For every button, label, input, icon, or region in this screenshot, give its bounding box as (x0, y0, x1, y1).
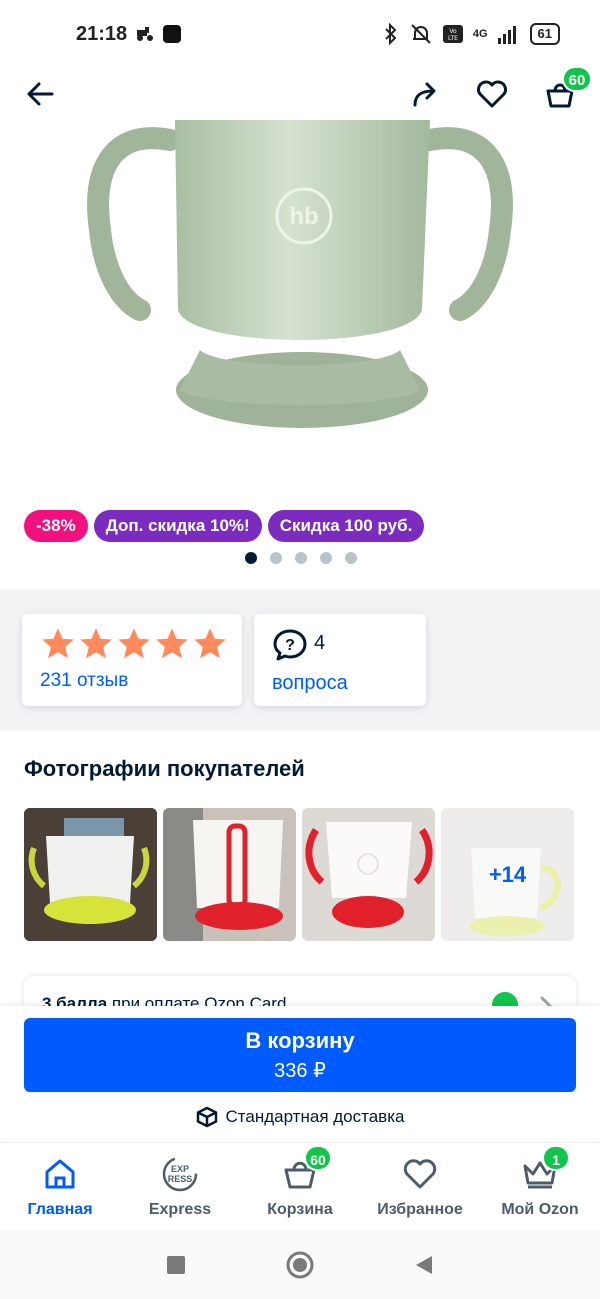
network-type: 4G (472, 28, 488, 40)
rating-card[interactable]: 231 отзыв (22, 614, 242, 706)
delivery-label: Стандартная доставка (225, 1107, 405, 1126)
box-icon (196, 1106, 217, 1128)
nav-item-express[interactable]: EXP RESS Express (120, 1143, 240, 1230)
svg-text:EXP: EXP (171, 1164, 189, 1174)
customer-photo[interactable] (163, 808, 296, 941)
star-icon (80, 628, 112, 659)
battery-icon: 61 (529, 23, 560, 45)
nav-item-cart[interactable]: 60 Корзина (240, 1143, 360, 1230)
star-icon (118, 628, 150, 659)
sippy-cup-image: hb (87, 120, 513, 428)
status-right: Vo LTE 4G 61 (383, 23, 560, 45)
cup-photo-image (24, 808, 157, 941)
home-icon (41, 1155, 79, 1193)
questions-link[interactable]: вопроса (272, 672, 348, 695)
heart-icon (401, 1155, 439, 1193)
arrow-left-icon (27, 82, 54, 106)
nav-item-favorites[interactable]: Избранное (360, 1143, 480, 1230)
nav-item-home[interactable]: Главная (0, 1143, 120, 1230)
customer-photo[interactable] (302, 808, 435, 941)
gallery-dot[interactable] (245, 552, 257, 564)
star-icon (156, 628, 188, 659)
cup-photo-image (163, 808, 296, 941)
svg-text:LTE: LTE (448, 35, 458, 42)
profile-badge: 1 (542, 1145, 570, 1171)
cup-photo-image (302, 808, 435, 941)
back-button[interactable] (20, 74, 60, 114)
status-bar: 21:18 Vo LTE 4G 61 (0, 0, 600, 68)
promo-badges: -38% Доп. скидка 10%! Скидка 100 руб. (24, 510, 425, 542)
buy-panel: В корзину 336 ₽ Стандартная доставка (0, 1006, 600, 1140)
svg-text:Vo: Vo (449, 28, 457, 35)
rating-section: 231 отзыв ? 4 вопроса (0, 590, 600, 730)
questions-card[interactable]: ? 4 вопроса (254, 614, 426, 706)
star-icon (42, 628, 74, 659)
gallery-dot[interactable] (270, 552, 282, 564)
questions-count: 4 (314, 632, 326, 654)
recents-icon[interactable] (166, 1255, 186, 1275)
svg-text:RESS: RESS (168, 1174, 193, 1184)
bluetooth-icon (385, 23, 397, 45)
price: 336 ₽ (274, 1060, 326, 1082)
customer-photos: +14 (24, 808, 574, 941)
add-to-cart-button[interactable]: В корзину 336 ₽ (24, 1018, 576, 1092)
gallery-dot[interactable] (295, 552, 307, 564)
nav-label-home: Главная (27, 1201, 93, 1218)
status-left: 21:18 (76, 22, 182, 46)
mute-icon (411, 24, 431, 44)
system-nav (0, 1230, 600, 1299)
rating-stars (40, 626, 228, 662)
svg-text:hb: hb (289, 203, 318, 230)
svg-text:?: ? (285, 637, 295, 654)
cart-count-badge: 60 (562, 66, 592, 92)
customer-photo[interactable] (24, 808, 157, 941)
status-time: 21:18 (76, 22, 128, 45)
notification-icon (163, 25, 182, 43)
cart-button-top[interactable]: 60 (540, 66, 592, 114)
nav-item-profile[interactable]: 1 Мой Ozon (480, 1143, 600, 1230)
nav-label-express: Express (148, 1201, 212, 1218)
gallery-dot[interactable] (345, 552, 357, 564)
nav-label-cart: Корзина (267, 1201, 333, 1218)
gallery-dots (245, 552, 357, 564)
coupon-badge: Скидка 100 руб. (267, 510, 425, 542)
home-button-icon[interactable] (286, 1251, 314, 1279)
reviews-link[interactable]: 231 отзыв (40, 670, 128, 692)
star-icon (194, 628, 226, 659)
nav-label-profile: Мой Ozon (501, 1201, 579, 1218)
extra-discount-badge: Доп. скидка 10%! (93, 510, 262, 542)
gallery-dot[interactable] (320, 552, 332, 564)
delivery-info[interactable]: Стандартная доставка (0, 1106, 600, 1128)
discount-badge: -38% (24, 510, 88, 542)
tractor-icon (137, 27, 154, 41)
signal-icon (497, 26, 516, 44)
bottom-nav: Главная EXP RESS Express 60 Корзина Избра… (0, 1142, 600, 1230)
customer-photo-more[interactable]: +14 (441, 808, 574, 941)
volte-icon: VoLTE (442, 25, 463, 43)
cart-badge: 60 (304, 1145, 332, 1171)
add-to-cart-label: В корзину (245, 1028, 355, 1053)
more-photos-label: +14 (441, 808, 574, 941)
nav-label-favorites: Избранное (377, 1201, 463, 1218)
customer-photos-title: Фотографии покупателей (24, 756, 305, 781)
express-icon: EXP RESS (161, 1155, 199, 1193)
question-bubble-icon: ? (273, 629, 307, 661)
product-image[interactable]: hb (80, 100, 520, 460)
back-triangle-icon[interactable] (414, 1254, 434, 1276)
